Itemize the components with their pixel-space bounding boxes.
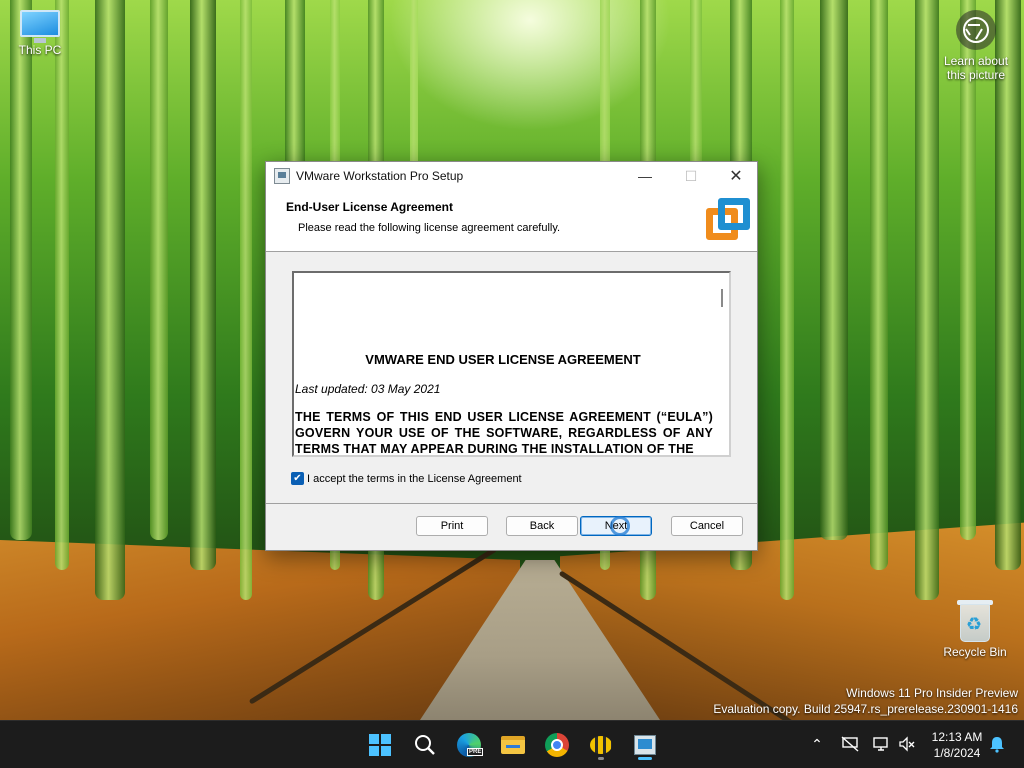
busy-cursor-icon [610,516,630,536]
search-button[interactable] [409,729,441,761]
display-icon [873,737,888,751]
bamboo-stalk [190,0,216,570]
chrome-icon [545,733,569,757]
chrome-button[interactable] [541,729,573,761]
bamboo-stalk [150,0,168,540]
back-button[interactable]: Back [506,516,578,536]
eula-content: VMWARE END USER LICENSE AGREEMENT Last u… [294,273,714,456]
minimize-icon: — [638,168,652,184]
checkmark-icon: ✔ [293,473,302,484]
network-disconnected-icon [841,736,859,752]
eula-title: VMWARE END USER LICENSE AGREEMENT [365,352,641,367]
vmware-setup-icon [634,735,656,755]
close-icon: ✕ [729,168,743,185]
minimize-button[interactable]: — [622,162,668,190]
watermark-line-1: Windows 11 Pro Insider Preview [846,686,1018,700]
eula-scrollbar-thumb[interactable] [721,289,723,307]
cancel-button[interactable]: Cancel [671,516,743,536]
bamboo-stalk [915,0,939,600]
dialog-header: End-User License Agreement Please read t… [266,190,757,252]
notifications-button[interactable] [986,733,1008,755]
this-pc-label: This PC [18,43,62,57]
active-indicator [638,757,652,760]
bee-app-button[interactable] [585,729,617,761]
taskbar: PRE ⌃ 12:13 AM 1/8/2024 [0,720,1024,768]
setup-app-icon [274,168,290,184]
volume-button[interactable] [896,733,918,755]
evaluation-watermark: Windows 11 Pro Insider Preview Evaluatio… [713,685,1018,717]
eula-text-box[interactable]: VMWARE END USER LICENSE AGREEMENT Last u… [292,271,731,457]
setup-dialog: VMware Workstation Pro Setup — ☐ ✕ End-U… [265,161,758,551]
watermark-line-2: Evaluation copy. Build 25947.rs_prerelea… [713,702,1018,716]
start-icon [369,734,391,756]
taskbar-clock[interactable]: 12:13 AM 1/8/2024 [926,729,988,761]
running-indicator [598,757,604,760]
camera-aperture-icon [956,10,996,50]
accept-terms-checkbox[interactable]: ✔ [291,472,304,485]
bamboo-stalk [820,0,848,540]
edge-preview-button[interactable]: PRE [453,729,485,761]
header-title: End-User License Agreement [286,200,453,214]
recycle-bin-desktop-icon[interactable]: ♻ Recycle Bin [935,598,1015,659]
vmware-setup-taskbar-button[interactable] [629,729,661,761]
show-hidden-icons-button[interactable]: ⌃ [806,733,828,755]
bamboo-stalk [95,0,125,600]
display-button[interactable] [870,733,892,755]
vmware-logo-icon [704,196,754,244]
edge-preview-icon: PRE [457,733,484,757]
eula-scrollbar[interactable] [715,273,729,455]
accept-terms-row[interactable]: ✔ I accept the terms in the License Agre… [291,472,522,485]
recycle-bin-label: Recycle Bin [943,645,1007,659]
bamboo-stalk [995,0,1021,570]
eula-terms: THE TERMS OF THIS END USER LICENSE AGREE… [295,410,713,456]
start-button[interactable] [364,729,396,761]
bell-icon [990,737,1004,753]
chevron-up-icon: ⌃ [811,735,823,752]
clock-time: 12:13 AM [931,730,983,744]
bamboo-stalk [780,0,794,600]
learn-about-label: Learn about this picture [943,54,1009,82]
recycle-bin-icon: ♻ [957,598,993,642]
clock-date: 1/8/2024 [933,746,981,760]
bamboo-stalk [10,0,32,540]
bamboo-stalk [55,0,69,570]
eula-updated: Last updated: 03 May 2021 [295,382,441,396]
this-pc-icon [20,10,60,43]
dialog-titlebar[interactable]: VMware Workstation Pro Setup — ☐ ✕ [266,162,757,190]
file-explorer-icon [501,736,525,754]
bamboo-stalk [240,0,252,600]
bamboo-stalk [870,0,888,570]
header-subtitle: Please read the following license agreem… [298,222,561,234]
maximize-button[interactable]: ☐ [668,162,714,190]
close-button[interactable]: ✕ [713,162,759,190]
maximize-icon: ☐ [684,167,698,184]
footer-separator [266,503,757,504]
network-button[interactable] [839,733,861,755]
accept-terms-label[interactable]: I accept the terms in the License Agreem… [307,473,522,485]
print-button[interactable]: Print [416,516,488,536]
bee-app-icon [590,736,612,754]
file-explorer-button[interactable] [497,729,529,761]
dialog-title: VMware Workstation Pro Setup [296,169,464,183]
speaker-muted-icon [899,736,915,752]
search-icon [415,735,435,755]
learn-about-picture[interactable]: Learn about this picture [934,10,1018,82]
this-pc-desktop-icon[interactable]: This PC [0,10,80,57]
